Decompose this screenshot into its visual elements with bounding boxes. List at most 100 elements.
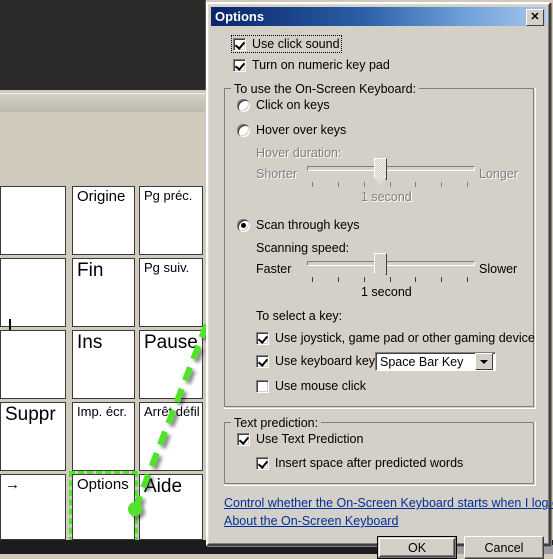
cancel-button-label: Cancel (484, 540, 524, 555)
checkbox-insert-space-after-predicted-words-box[interactable] (256, 457, 269, 470)
slider-hover-duration-thumb (374, 158, 387, 185)
osk-key[interactable] (0, 330, 66, 399)
checkbox-use-mouse-click-label: Use mouse click (275, 379, 366, 393)
osk-key[interactable]: Fin (72, 258, 135, 327)
osk-key-label: Pg suiv. (144, 260, 190, 275)
label-scan-value: 1 second (361, 285, 412, 299)
label-to-select-a-key: To select a key: (256, 309, 343, 323)
slider-tick (467, 277, 468, 282)
slider-hover-duration (307, 155, 475, 189)
checkbox-use-keyboard-key[interactable]: Use keyboard key (256, 354, 375, 368)
desktop-dark-region (0, 0, 206, 90)
label-scan-faster: Faster (256, 262, 292, 276)
osk-key[interactable]: Suppr (0, 402, 66, 471)
osk-key[interactable] (0, 258, 66, 333)
checkbox-insert-space-after-predicted-words-label: Insert space after predicted words (275, 456, 464, 470)
label-scan-slower: Slower (479, 262, 518, 276)
label-hover-value: 1 second (361, 190, 412, 204)
osk-key[interactable] (0, 186, 66, 255)
checkbox-turn-on-numeric-key-pad-label: Turn on numeric key pad (252, 58, 390, 72)
osk-key[interactable]: Pg préc. (139, 186, 203, 255)
slider-tick (415, 182, 416, 187)
radio-scan-through-keys-label: Scan through keys (256, 218, 360, 232)
osk-key-label: Origine (77, 188, 126, 205)
slider-tick (441, 277, 442, 282)
slider-tick (415, 277, 416, 282)
link-control-startup[interactable]: Control whether the On-Screen Keyboard s… (224, 496, 553, 510)
osk-key[interactable]: Aide (139, 474, 203, 540)
options-dialog[interactable]: Options ✕ Use click sound Turn on numeri… (206, 2, 553, 559)
slider-scanning-speed-track[interactable] (307, 261, 475, 266)
slider-tick (338, 277, 339, 282)
checkbox-use-mouse-click[interactable]: Use mouse click (256, 379, 366, 393)
radio-click-on-keys[interactable]: Click on keys (237, 98, 330, 112)
radio-scan-through-keys[interactable]: Scan through keys (237, 218, 360, 232)
group-use-onscreen-keyboard-caption: To use the On-Screen Keyboard: (231, 82, 420, 96)
slider-tick (390, 182, 391, 187)
label-hover-shorter: Shorter (256, 167, 297, 181)
osk-key-label: Imp. écr. (77, 404, 127, 419)
dialog-titlebar[interactable]: Options ✕ (211, 7, 546, 26)
dialog-body: Use click sound Turn on numeric key pad … (211, 28, 553, 559)
osk-toolbar (0, 93, 205, 114)
slider-hover-duration-track (307, 166, 475, 171)
checkbox-use-joystick-box[interactable] (256, 332, 269, 345)
checkbox-use-mouse-click-box[interactable] (256, 380, 269, 393)
osk-key-label: → (5, 476, 20, 493)
slider-tick (364, 277, 365, 282)
osk-key[interactable]: Origine (72, 186, 135, 255)
slider-tick (364, 182, 365, 187)
checkbox-use-text-prediction-box[interactable] (237, 433, 250, 446)
close-icon-glyph: ✕ (530, 11, 540, 23)
chevron-down-icon[interactable] (475, 353, 493, 370)
label-hover-longer: Longer (479, 167, 518, 181)
checkbox-use-click-sound-box[interactable] (233, 38, 246, 51)
checkbox-use-keyboard-key-label: Use keyboard key (275, 354, 376, 368)
osk-key-label: Pause (144, 332, 198, 353)
osk-key-label: Ins (77, 332, 103, 353)
osk-key-label: Arrêt défil (144, 404, 200, 419)
close-icon[interactable]: ✕ (526, 9, 544, 26)
checkbox-use-text-prediction[interactable]: Use Text Prediction (237, 432, 363, 446)
slider-tick (390, 277, 391, 282)
combo-keyboard-key[interactable]: Space Bar Key (375, 352, 496, 371)
slider-tick (467, 182, 468, 187)
osk-key-label: Options (77, 476, 129, 493)
checkbox-insert-space-after-predicted-words[interactable]: Insert space after predicted words (256, 456, 463, 470)
osk-key[interactable]: Pg suiv. (139, 258, 203, 327)
slider-tick (338, 182, 339, 187)
osk-key-label: Fin (77, 260, 104, 281)
checkbox-use-click-sound[interactable]: Use click sound (231, 35, 342, 53)
osk-key-label: Suppr (5, 404, 56, 425)
combo-keyboard-key-value: Space Bar Key (380, 354, 464, 369)
osk-key-label: Aide (144, 476, 183, 497)
checkbox-turn-on-numeric-key-pad-box[interactable] (233, 59, 246, 72)
cancel-button[interactable]: Cancel (464, 536, 544, 559)
osk-key[interactable]: Imp. écr. (72, 402, 135, 471)
checkbox-use-keyboard-key-box[interactable] (256, 355, 269, 368)
ok-button[interactable]: OK (377, 536, 457, 559)
radio-scan-through-keys-box[interactable] (237, 219, 250, 232)
osk-key[interactable]: Ins (72, 330, 135, 399)
link-about-osk[interactable]: About the On-Screen Keyboard (224, 514, 398, 528)
ok-button-label: OK (407, 540, 427, 555)
radio-click-on-keys-box[interactable] (237, 99, 250, 112)
checkbox-use-joystick[interactable]: Use joystick, game pad or other gaming d… (256, 331, 535, 345)
osk-key[interactable]: Arrêt défil (139, 402, 203, 471)
slider-tick (312, 277, 313, 282)
radio-hover-over-keys-label: Hover over keys (256, 123, 347, 137)
osk-key[interactable]: Options (72, 474, 135, 540)
checkbox-turn-on-numeric-key-pad[interactable]: Turn on numeric key pad (233, 58, 390, 72)
radio-hover-over-keys-box[interactable] (237, 124, 250, 137)
checkbox-use-click-sound-label: Use click sound (252, 37, 340, 51)
radio-hover-over-keys[interactable]: Hover over keys (237, 123, 346, 137)
slider-scanning-speed-thumb[interactable] (374, 253, 387, 280)
radio-click-on-keys-label: Click on keys (256, 98, 330, 112)
osk-key-label: Pg préc. (144, 188, 193, 203)
osk-key[interactable]: → (0, 474, 66, 540)
slider-scanning-speed[interactable] (307, 250, 475, 284)
osk-key[interactable]: Pause (139, 330, 203, 399)
group-text-prediction-caption: Text prediction: (231, 416, 322, 430)
checkbox-use-joystick-label: Use joystick, game pad or other gaming d… (275, 331, 535, 345)
dialog-title: Options (215, 9, 265, 24)
